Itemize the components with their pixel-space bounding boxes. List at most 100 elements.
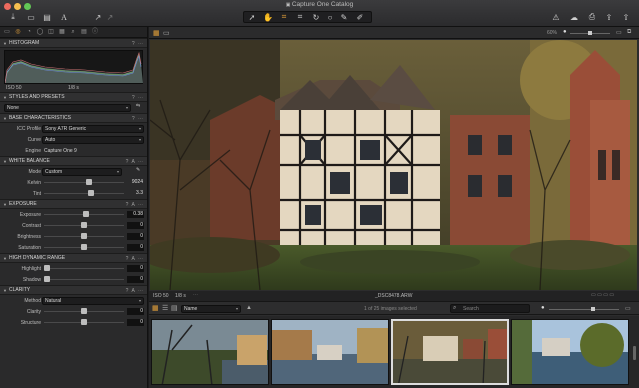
viewer-controls-icon[interactable]: ▭ ▭ ▭ ▭ — [591, 292, 614, 298]
clarity-header[interactable]: ▼ CLARITY ? A ⋯ — [0, 285, 147, 295]
search-field[interactable]: ⌕ Search — [450, 304, 530, 313]
exposure-adjust-slider[interactable] — [44, 233, 124, 239]
crop-icon[interactable]: ⌗ — [278, 12, 290, 22]
import-icon[interactable]: ⤓ — [7, 12, 19, 22]
select-cursor-icon[interactable]: ➚ — [246, 12, 258, 22]
styles-header[interactable]: ▼ STYLES AND PRESETS ? ⋯ — [0, 92, 147, 102]
exposure-adjust-value[interactable]: 0 — [127, 233, 144, 240]
hdr-adjust-value[interactable]: 0 — [127, 265, 144, 272]
exposure-adjust-slider-knob[interactable] — [81, 244, 87, 250]
kelvin-slider-knob[interactable] — [86, 179, 93, 185]
camera-icon[interactable]: ▭ — [25, 12, 37, 22]
sort-direction-icon[interactable]: ▲ — [246, 305, 252, 311]
hdr-adjust-slider[interactable] — [44, 265, 124, 271]
section-tools-icon[interactable]: ? ⋯ — [132, 95, 144, 101]
fullscreen-icon[interactable]: ⧉ — [627, 29, 631, 36]
eyedropper-icon[interactable]: ✎ — [338, 12, 350, 22]
exposure-adjust-slider[interactable] — [44, 244, 124, 250]
thumbnail-large-icon[interactable]: ▭ — [625, 305, 631, 312]
clarity-adjust-slider-knob[interactable] — [81, 308, 87, 314]
exposure-tab-icon[interactable]: ◫ — [47, 29, 55, 36]
curve-select[interactable]: Auto — [42, 136, 144, 144]
share-icon[interactable]: ⇪ — [603, 12, 615, 22]
styles-add-icon[interactable]: ⇆ — [136, 103, 140, 109]
search-tab-icon[interactable]: ⌕ — [69, 29, 77, 36]
lens-tab-icon[interactable]: ◯ — [36, 29, 44, 36]
clarity-adjust-value[interactable]: 0 — [127, 308, 144, 315]
clarity-adjust-slider-knob[interactable] — [81, 319, 87, 325]
eyedropper-icon[interactable]: ✎ — [136, 167, 140, 173]
base-characteristics-header[interactable]: ▼ BASE CHARACTERISTICS ? ⋯ — [0, 113, 147, 123]
sort-select[interactable]: Name — [181, 305, 241, 313]
zoom-slider[interactable] — [570, 31, 610, 35]
zoom-level[interactable]: 60% — [547, 30, 557, 36]
filmstrip-browser-icon[interactable]: ▤ — [171, 304, 178, 312]
rotate-icon[interactable]: ⌗ — [294, 12, 306, 22]
zoom-slider-knob[interactable] — [588, 31, 592, 35]
thumbnail[interactable] — [271, 319, 389, 385]
exposure-adjust-slider[interactable] — [44, 211, 124, 217]
kelvin-slider[interactable] — [44, 179, 124, 185]
exposure-adjust-slider[interactable] — [44, 222, 124, 228]
capture-tab-icon[interactable]: ◎ — [14, 29, 22, 36]
thumbnail[interactable] — [511, 319, 629, 385]
icc-profile-select[interactable]: Sony A7R Generic — [42, 125, 144, 133]
exposure-adjust-value[interactable]: 0 — [127, 222, 144, 229]
section-tools-icon[interactable]: ? A ⋯ — [126, 202, 144, 208]
cloud-icon[interactable]: ☁ — [568, 12, 580, 22]
exposure-adjust-slider-knob[interactable] — [83, 211, 90, 217]
more-info-icon[interactable]: ⋯ — [193, 292, 198, 298]
thumbnail-size-slider[interactable] — [549, 307, 619, 311]
exposure-adjust-value[interactable]: 0 — [127, 244, 144, 251]
hdr-header[interactable]: ▼ HIGH DYNAMIC RANGE ? A ⋯ — [0, 253, 147, 263]
exposure-adjust-value[interactable]: 0.38 — [127, 211, 144, 218]
list-browser-icon[interactable]: ☰ — [162, 304, 168, 312]
thumbnail-size-knob[interactable] — [591, 307, 595, 311]
pan-icon[interactable]: ✋ — [262, 12, 274, 22]
color-tab-icon[interactable]: ◔ — [25, 29, 33, 36]
tint-slider-knob[interactable] — [88, 190, 95, 196]
section-tools-icon[interactable]: ? ⋯ — [132, 116, 144, 122]
styles-select[interactable]: None — [4, 104, 131, 112]
single-view-icon[interactable]: ▭ — [163, 29, 170, 37]
main-photo[interactable] — [150, 40, 637, 290]
circle-icon[interactable]: ○ — [324, 12, 336, 22]
warning-icon[interactable]: ⚠ — [550, 12, 562, 22]
keystone-icon[interactable]: ↻ — [310, 12, 322, 22]
hdr-adjust-value[interactable]: 0 — [127, 276, 144, 283]
grid-view-icon[interactable]: ▦ — [153, 29, 160, 37]
section-tools-icon[interactable]: ? A ⋯ — [126, 256, 144, 262]
clarity-adjust-slider[interactable] — [44, 308, 124, 314]
metadata-tab-icon[interactable]: ▤ — [80, 29, 88, 36]
exposure-adjust-slider-knob[interactable] — [81, 222, 87, 228]
brush-tool-icon[interactable]: ✐ — [354, 12, 366, 22]
browser-icon[interactable]: ▤ — [41, 12, 53, 22]
tint-slider[interactable] — [44, 190, 124, 196]
details-tab-icon[interactable]: ▦ — [58, 29, 66, 36]
picker-icon[interactable]: ↗ — [104, 12, 116, 22]
grid-browser-icon[interactable]: ▦ — [152, 304, 159, 312]
clarity-method-select[interactable]: Natural — [42, 297, 144, 305]
thumbnail[interactable] — [151, 319, 269, 385]
print-icon[interactable]: ⎙ — [586, 12, 598, 22]
histogram-header[interactable]: ▼ HISTOGRAM ? ⋯ — [0, 38, 147, 48]
exposure-adjust-slider-knob[interactable] — [81, 233, 87, 239]
section-tools-icon[interactable]: ? A ⋯ — [126, 288, 144, 294]
wb-mode-select[interactable]: Custom — [42, 168, 122, 176]
clarity-adjust-slider[interactable] — [44, 319, 124, 325]
brush-icon[interactable]: ↗ — [92, 12, 104, 22]
white-balance-header[interactable]: ▼ WHITE BALANCE ? A ⋯ — [0, 156, 147, 166]
text-icon[interactable]: A — [58, 12, 70, 22]
kelvin-value[interactable]: 9024 — [127, 179, 144, 186]
tint-value[interactable]: 3.3 — [127, 190, 144, 197]
section-tools-icon[interactable]: ? ⋯ — [132, 41, 144, 47]
hdr-adjust-slider-knob[interactable] — [44, 265, 50, 271]
person-icon[interactable]: ● — [563, 29, 567, 35]
info-tab-icon[interactable]: ⓘ — [91, 29, 99, 36]
folder-tab-icon[interactable]: ▭ — [3, 29, 11, 36]
filmstrip-scrollbar[interactable] — [633, 346, 636, 360]
exposure-header[interactable]: ▼ EXPOSURE ? A ⋯ — [0, 199, 147, 209]
hdr-adjust-slider-knob[interactable] — [44, 276, 50, 282]
section-tools-icon[interactable]: ? A ⋯ — [126, 159, 144, 165]
person-icon[interactable]: ● — [541, 305, 545, 311]
